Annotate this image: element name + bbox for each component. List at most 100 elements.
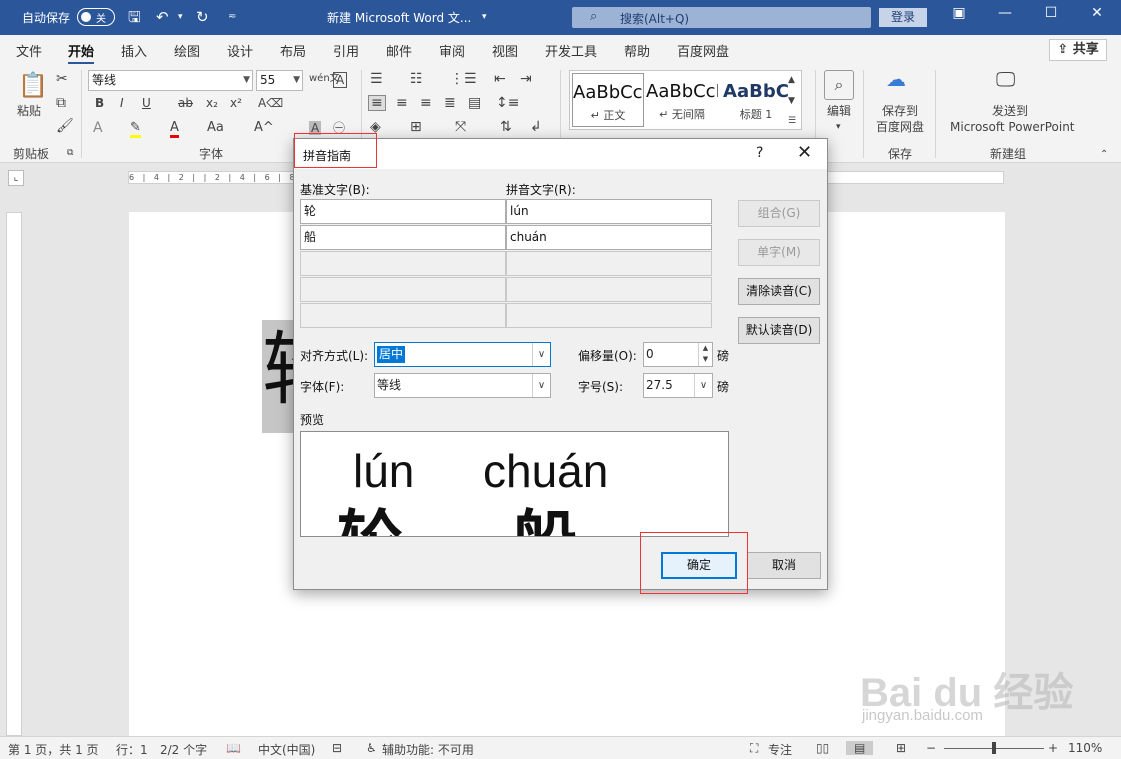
send-to-label[interactable]: 发送到 xyxy=(992,104,1028,118)
highlight-icon[interactable]: ✎ xyxy=(130,121,141,138)
tab-references[interactable]: 引用 xyxy=(333,41,359,60)
font-select[interactable]: 等线 ∨ xyxy=(374,373,551,398)
find-icon[interactable]: ⌕ xyxy=(824,70,854,100)
zoom-slider-thumb[interactable] xyxy=(992,742,996,754)
group-button[interactable]: 组合(G) xyxy=(738,200,820,227)
numbering-icon[interactable]: ☷ xyxy=(410,72,423,86)
focus-icon[interactable]: ⛶ xyxy=(750,741,758,756)
format-painter-icon[interactable]: 🖌 xyxy=(56,119,74,133)
strikethrough-icon[interactable]: ab xyxy=(178,96,193,110)
undo-dropdown-icon[interactable]: ▾ xyxy=(178,8,183,26)
close-icon[interactable]: ✕ xyxy=(1082,5,1112,21)
accessibility-icon[interactable]: ♿ xyxy=(366,741,377,755)
tab-view[interactable]: 视图 xyxy=(492,41,518,60)
tab-home[interactable]: 开始 xyxy=(68,41,95,65)
zoom-out-icon[interactable]: − xyxy=(926,741,936,755)
base-text-field[interactable]: 轮 xyxy=(300,199,506,224)
grow-font-icon[interactable]: A^ xyxy=(254,121,274,135)
tab-developer[interactable]: 开发工具 xyxy=(545,41,597,60)
tab-review[interactable]: 审阅 xyxy=(439,41,465,60)
align-center-icon[interactable]: ≡ xyxy=(396,96,408,110)
selected-character[interactable]: 轮 xyxy=(262,320,296,433)
save-icon[interactable]: 🖫 xyxy=(128,8,141,26)
size-select[interactable]: 27.5 ∨ xyxy=(643,373,713,398)
bold-icon[interactable]: B xyxy=(95,96,104,110)
borders-icon[interactable]: ⊞ xyxy=(410,120,422,134)
redo-icon[interactable]: ↻ xyxy=(196,8,209,26)
vertical-ruler[interactable] xyxy=(6,212,22,736)
ruby-text-field[interactable]: lún xyxy=(506,199,712,224)
zoom-level[interactable]: 110% xyxy=(1068,741,1102,755)
multilevel-list-icon[interactable]: ⋮☰ xyxy=(450,72,477,86)
styles-more-icon[interactable]: ☰ xyxy=(788,114,796,128)
dialog-close-icon[interactable]: ✕ xyxy=(797,142,812,163)
login-button[interactable]: 登录 xyxy=(879,8,927,27)
clipboard-launcher-icon[interactable]: ⧉ xyxy=(67,146,73,160)
read-mode-icon[interactable]: ▯▯ xyxy=(816,741,829,755)
paste-icon[interactable]: 📋 xyxy=(18,72,48,98)
tab-file[interactable]: 文件 xyxy=(16,41,42,60)
focus-label[interactable]: 专注 xyxy=(768,741,792,758)
title-dropdown-icon[interactable]: ▾ xyxy=(482,12,487,22)
show-marks-icon[interactable]: ↲ xyxy=(530,120,542,134)
justify-icon[interactable]: ≣ xyxy=(444,96,456,110)
paste-label[interactable]: 粘贴 xyxy=(17,104,41,118)
collapse-ribbon-icon[interactable]: ⌃ xyxy=(1100,148,1108,162)
styles-scroll-down-icon[interactable]: ▼ xyxy=(788,94,795,108)
styles-scroll-up-icon[interactable]: ▲ xyxy=(788,73,795,87)
ruby-text-field[interactable]: chuán xyxy=(506,225,712,250)
font-name-combo[interactable]: 等线 ▼ xyxy=(88,70,253,91)
autosave-toggle[interactable]: 关 xyxy=(77,8,115,26)
line-number[interactable]: 行：1 xyxy=(116,741,148,758)
single-char-button[interactable]: 单字(M) xyxy=(738,239,820,266)
zoom-in-icon[interactable]: + xyxy=(1048,741,1058,755)
shading-icon[interactable]: ◈ xyxy=(370,120,381,134)
track-icon[interactable]: ⊟ xyxy=(332,741,342,755)
superscript-icon[interactable]: x² xyxy=(230,96,242,110)
tab-draw[interactable]: 绘图 xyxy=(174,41,200,60)
baidu-cloud-icon[interactable]: ☁ xyxy=(886,69,906,89)
text-effects-icon[interactable]: A xyxy=(93,121,103,135)
underline-icon[interactable]: U xyxy=(142,96,151,110)
chinese-layout-icon[interactable]: ⤧ xyxy=(455,120,466,134)
increase-indent-icon[interactable]: ⇥ xyxy=(520,72,532,86)
line-spacing-icon[interactable]: ↕≡ xyxy=(496,96,519,110)
alignment-select[interactable]: 居中 ∨ xyxy=(374,342,551,367)
font-size-combo[interactable]: 55 ▼ xyxy=(256,70,303,91)
subscript-icon[interactable]: x₂ xyxy=(206,96,218,110)
char-border-icon[interactable]: A xyxy=(333,72,348,88)
ribbon-display-icon[interactable]: ▣ xyxy=(944,5,974,21)
default-reading-button[interactable]: 默认读音(D) xyxy=(738,317,820,344)
word-count[interactable]: 2/2 个字 xyxy=(160,741,207,758)
spinner-arrows-icon[interactable]: ▲ ▼ xyxy=(698,343,712,366)
document-title[interactable]: 新建 Microsoft Word 文... xyxy=(327,9,471,26)
minimize-icon[interactable]: — xyxy=(990,5,1020,21)
bullets-icon[interactable]: ☰ xyxy=(370,72,383,86)
tab-help[interactable]: 帮助 xyxy=(624,41,650,60)
cancel-button[interactable]: 取消 xyxy=(747,552,821,579)
language[interactable]: 中文(中国) xyxy=(258,741,315,758)
print-layout-icon[interactable]: ▤ xyxy=(846,741,874,755)
clear-reading-button[interactable]: 清除读音(C) xyxy=(738,278,820,305)
tab-design[interactable]: 设计 xyxy=(227,41,253,60)
font-color-icon[interactable]: A xyxy=(170,121,179,138)
tab-baidu[interactable]: 百度网盘 xyxy=(677,41,729,60)
sort-icon[interactable]: ⇅ xyxy=(500,120,512,134)
cut-icon[interactable]: ✂ xyxy=(56,72,68,86)
edit-label[interactable]: 编辑 xyxy=(827,104,851,118)
offset-spinner[interactable]: 0 ▲ ▼ xyxy=(643,342,713,367)
web-layout-icon[interactable]: ⊞ xyxy=(896,741,906,755)
italic-icon[interactable]: I xyxy=(120,96,124,110)
powerpoint-icon[interactable]: 🖵 xyxy=(996,69,1015,89)
customize-qat-icon[interactable]: ≂ xyxy=(228,8,236,26)
base-text-field[interactable]: 船 xyxy=(300,225,506,250)
search-box[interactable]: ⌕ 搜索(Alt+Q) xyxy=(572,7,871,28)
copy-icon[interactable]: ⧉ xyxy=(56,96,66,110)
clear-formatting-icon[interactable]: A⌫ xyxy=(258,96,283,110)
help-icon[interactable]: ? xyxy=(756,145,763,161)
align-right-icon[interactable]: ≡ xyxy=(420,96,432,110)
tab-mailings[interactable]: 邮件 xyxy=(386,41,412,60)
tab-layout[interactable]: 布局 xyxy=(280,41,306,60)
undo-icon[interactable]: ↶ xyxy=(156,8,169,26)
decrease-indent-icon[interactable]: ⇤ xyxy=(494,72,506,86)
